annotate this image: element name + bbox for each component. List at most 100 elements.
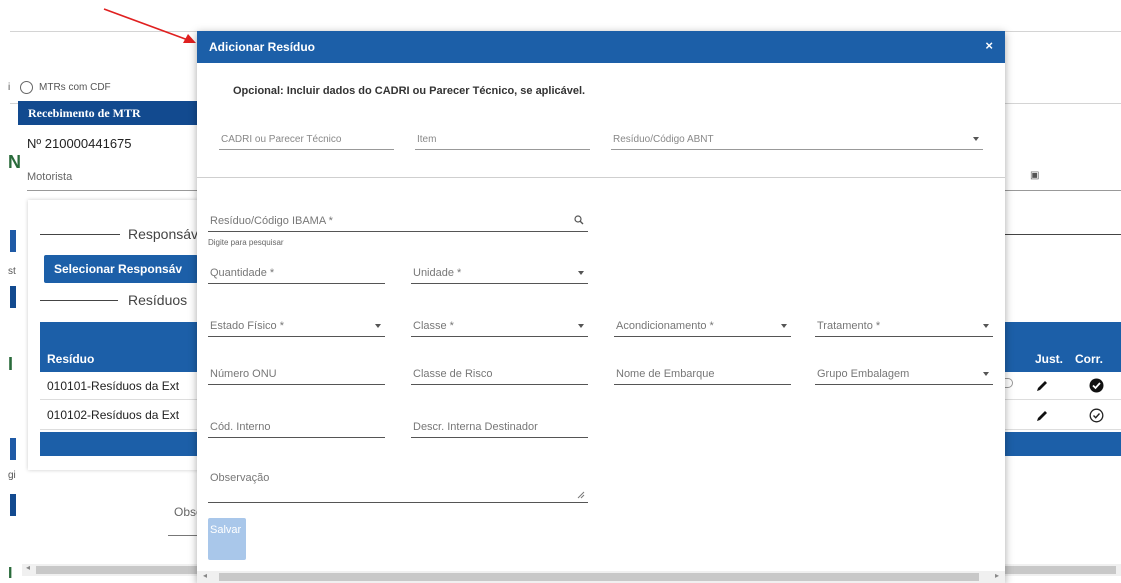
table-top-bar (1005, 322, 1121, 346)
quantidade-placeholder: Quantidade * (210, 267, 275, 279)
chevron-down-icon (375, 324, 381, 328)
modal-hscroll[interactable]: ◂ ▸ (197, 571, 1005, 583)
observacao-textarea[interactable]: Observação (208, 465, 588, 503)
select-responsible-button[interactable]: Selecionar Responsáv (44, 255, 198, 283)
bg-fragment-bar (10, 494, 16, 516)
row-residue: 010102-Resíduos da Ext (47, 408, 180, 422)
col-corr: Corr. (1075, 352, 1104, 366)
radio-fragment (1005, 378, 1013, 388)
col-just: Just. (1035, 352, 1064, 366)
modal-hscroll-thumb[interactable] (219, 573, 979, 581)
bg-fragment-logo: I (8, 565, 13, 582)
bg-fragment-bar (10, 230, 16, 252)
cadri-placeholder: CADRI ou Parecer Técnico (221, 134, 342, 145)
check-circle-filled-icon[interactable] (1089, 378, 1104, 393)
acondicionamento-placeholder: Acondicionamento * (616, 320, 714, 332)
close-icon[interactable]: × (985, 38, 993, 53)
row-residue: 010101-Resíduos da Ext (47, 379, 180, 393)
mtr-cdf-label: MTRs com CDF (39, 82, 111, 93)
table-row[interactable]: 010101-Resíduos da Ext (40, 372, 200, 400)
cadri-field[interactable]: CADRI ou Parecer Técnico (219, 126, 394, 150)
check-circle-outline-icon[interactable] (1089, 408, 1104, 423)
search-icon[interactable] (574, 215, 584, 225)
table-header: Resíduo (40, 346, 200, 372)
chevron-down-icon (578, 271, 584, 275)
bg-divider (1005, 103, 1121, 104)
pencil-icon[interactable] (1035, 409, 1049, 423)
section-residues: Resíduos (128, 292, 188, 308)
classe-placeholder: Classe * (413, 320, 454, 332)
tratamento-placeholder: Tratamento * (817, 320, 881, 332)
ibama-hint: Digite para pesquisar (208, 238, 284, 247)
table-header-right: Just. Corr. (1005, 346, 1121, 372)
bg-fragment-st: st (8, 266, 16, 277)
cod-interno-placeholder: Cód. Interno (210, 421, 271, 433)
ibama-placeholder: Resíduo/Código IBAMA * (210, 215, 333, 227)
numero-onu-input[interactable]: Número ONU (208, 361, 385, 385)
modal-title: Adicionar Resíduo (209, 40, 316, 54)
table-row[interactable]: 010102-Resíduos da Ext (40, 400, 200, 430)
bg-fragment-i: i (8, 82, 11, 93)
pencil-icon[interactable] (1035, 379, 1049, 393)
nome-embarque-input[interactable]: Nome de Embarque (614, 361, 791, 385)
bg-fragment-gi: gi (8, 470, 16, 481)
section-responsible: Responsáv (128, 226, 199, 242)
bg-divider (40, 234, 120, 235)
acondicionamento-select[interactable]: Acondicionamento * (614, 313, 791, 337)
observacao-placeholder: Observação (210, 472, 270, 484)
quantidade-input[interactable]: Quantidade * (208, 260, 385, 284)
unidade-select[interactable]: Unidade * (411, 260, 588, 284)
cod-interno-input[interactable]: Cód. Interno (208, 414, 385, 438)
chevron-down-icon (973, 137, 979, 141)
item-field[interactable]: Item (415, 126, 590, 150)
classe-risco-input[interactable]: Classe de Risco (411, 361, 588, 385)
table-top-bar (40, 322, 200, 346)
chevron-down-icon (578, 324, 584, 328)
bg-divider (40, 300, 118, 301)
add-residue-modal: Adicionar Resíduo × Opcional: Incluir da… (197, 31, 1005, 583)
descr-interna-input[interactable]: Descr. Interna Destinador (411, 414, 588, 438)
ibama-search-input[interactable]: Resíduo/Código IBAMA * (208, 208, 588, 232)
panel-title: Recebimento de MTR (28, 106, 141, 120)
section-divider (197, 177, 1005, 178)
scroll-left-arrow-icon[interactable]: ◂ (26, 563, 30, 572)
chevron-down-icon (983, 372, 989, 376)
bg-divider (1005, 234, 1121, 235)
abnt-select[interactable]: Resíduo/Código ABNT (611, 126, 983, 150)
descr-interna-placeholder: Descr. Interna Destinador (413, 421, 538, 433)
bg-divider (168, 535, 198, 536)
tratamento-select[interactable]: Tratamento * (815, 313, 993, 337)
bg-fragment-bar (10, 438, 16, 460)
classe-risco-placeholder: Classe de Risco (413, 368, 493, 380)
scroll-right-arrow-icon[interactable]: ▸ (995, 571, 999, 580)
mtr-cdf-radio[interactable] (20, 81, 33, 94)
bg-divider (1005, 190, 1121, 191)
calendar-icon[interactable]: ▣ (1030, 170, 1039, 181)
modal-header: Adicionar Resíduo × (197, 31, 1005, 63)
mtr-number: Nº 210000441675 (27, 136, 132, 151)
table-row-actions (1005, 372, 1121, 400)
numero-onu-placeholder: Número ONU (210, 368, 277, 380)
chevron-down-icon (781, 324, 787, 328)
driver-label: Motorista (27, 171, 73, 183)
bg-fragment-bar (10, 286, 16, 308)
col-residue: Resíduo (47, 352, 95, 366)
driver-field[interactable] (27, 190, 197, 191)
annotation-arrow (103, 8, 196, 43)
resize-handle-icon[interactable] (577, 491, 585, 499)
bg-fragment-logo: I (8, 354, 14, 374)
save-button[interactable]: Salvar (208, 518, 246, 560)
unidade-placeholder: Unidade * (413, 267, 462, 279)
table-footer (40, 432, 200, 456)
grupo-embalagem-select[interactable]: Grupo Embalagem (815, 361, 993, 385)
table-footer (1005, 432, 1121, 456)
bg-fragment-logo: N (8, 152, 21, 172)
modal-subtitle: Opcional: Incluir dados do CADRI ou Pare… (233, 85, 586, 97)
scroll-left-arrow-icon[interactable]: ◂ (203, 571, 207, 580)
abnt-placeholder: Resíduo/Código ABNT (613, 134, 714, 145)
estado-fisico-placeholder: Estado Físico * (210, 320, 284, 332)
estado-fisico-select[interactable]: Estado Físico * (208, 313, 385, 337)
classe-select[interactable]: Classe * (411, 313, 588, 337)
panel-header: Recebimento de MTR (18, 101, 198, 125)
item-placeholder: Item (417, 134, 437, 145)
